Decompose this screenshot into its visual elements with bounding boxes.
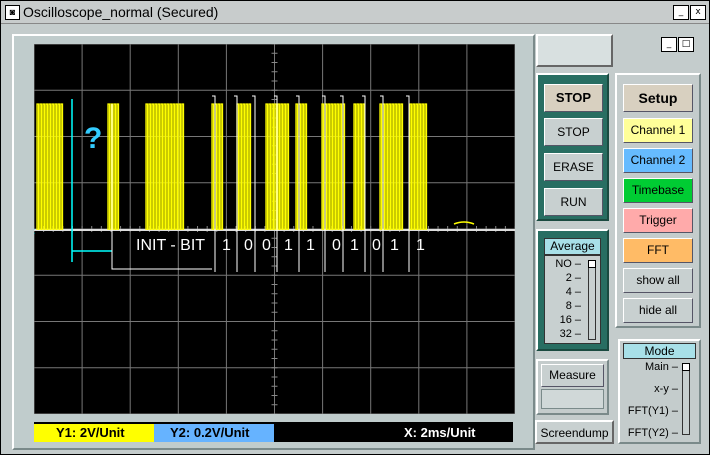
bit-label: 0 (332, 237, 341, 254)
bit-label: 0 (262, 237, 271, 254)
title-bar: ◙ Oscilloscope_normal (Secured) _ x (1, 1, 709, 24)
run-control-panel: STOP STOP ERASE RUN (536, 73, 609, 221)
x-scale: X: 2ms/Unit (404, 425, 476, 440)
bit-label: 1 (306, 237, 315, 254)
display-readout (536, 34, 613, 67)
window-title: Oscilloscope_normal (Secured) (23, 4, 219, 20)
erase-button[interactable]: ERASE (544, 153, 603, 181)
average-option[interactable]: 32 – (539, 328, 581, 340)
oscilloscope-window: ◙ Oscilloscope_normal (Secured) _ x × ? … (0, 0, 710, 455)
measure-button[interactable]: Measure (541, 364, 604, 387)
average-slider-thumb[interactable] (588, 260, 596, 268)
scope-frame: × ? INIT - BIT 1001101011 Y1: 2V/Unit Y2… (12, 34, 535, 450)
app-icon: ◙ (5, 5, 20, 20)
screendump-button[interactable]: Screendump (535, 420, 614, 444)
stop-header-button[interactable]: STOP (544, 84, 603, 112)
signal-burst (145, 103, 185, 230)
average-panel: Average NO –2 –4 –8 –16 –32 – (536, 229, 609, 351)
mode-panel: Mode Main – x-y – FFT(Y1) – FFT(Y2) – (618, 339, 701, 444)
average-option[interactable]: 4 – (539, 286, 581, 298)
init-bit-label: INIT - BIT (136, 237, 206, 254)
bit-divider (234, 95, 238, 272)
mode-option[interactable]: FFT(Y1) – (620, 405, 678, 417)
y2-scale: Y2: 0.2V/Unit (154, 424, 274, 442)
bit-label: 1 (284, 237, 293, 254)
signal-burst (353, 103, 366, 230)
mode-option[interactable]: Main – (620, 361, 678, 373)
bit-label: 1 (350, 237, 359, 254)
average-option[interactable]: NO – (539, 258, 581, 270)
mode-option[interactable]: x-y – (620, 383, 678, 395)
ground-marker: × (34, 226, 35, 238)
measure-panel: Measure (536, 359, 609, 415)
mode-slider[interactable] (682, 363, 690, 435)
signal-burst (409, 103, 428, 230)
channel1-button[interactable]: Channel 1 (623, 118, 693, 143)
y1-scale: Y1: 2V/Unit (34, 424, 154, 442)
setup-title: Setup (623, 84, 693, 112)
fft-button[interactable]: FFT (623, 238, 693, 263)
mode-slider-thumb[interactable] (682, 363, 690, 371)
stop-button[interactable]: STOP (544, 118, 603, 146)
bit-label: 1 (222, 237, 231, 254)
scope-display: × (29, 43, 516, 415)
run-button[interactable]: RUN (544, 188, 603, 216)
mode-option[interactable]: FFT(Y2) – (620, 427, 678, 439)
minimize-button[interactable]: _ (673, 5, 689, 20)
channel2-button[interactable]: Channel 2 (623, 148, 693, 173)
signal-burst (236, 103, 252, 230)
signal-burst (211, 103, 224, 230)
status-bar: Y1: 2V/Unit Y2: 0.2V/Unit X: 2ms/Unit (34, 422, 513, 442)
average-option[interactable]: 2 – (539, 272, 581, 284)
average-option[interactable]: 16 – (539, 314, 581, 326)
average-option[interactable]: 8 – (539, 300, 581, 312)
close-button[interactable]: x (690, 5, 706, 20)
average-slider[interactable] (588, 260, 596, 340)
signal-blip (453, 221, 475, 225)
signal-burst (107, 103, 120, 230)
average-title: Average (544, 238, 601, 255)
mode-title: Mode (623, 343, 696, 359)
inner-minimize-button[interactable]: _ (661, 37, 677, 52)
bit-label: 1 (416, 237, 425, 254)
average-list: NO –2 –4 –8 –16 –32 – (544, 255, 601, 344)
trigger-button[interactable]: Trigger (623, 208, 693, 233)
show-all-button[interactable]: show all (623, 268, 693, 293)
signal-burst (295, 103, 308, 230)
measure-readout (541, 389, 604, 409)
signal-burst (36, 103, 64, 230)
bit-label: 0 (372, 237, 381, 254)
bit-divider (406, 95, 410, 272)
question-mark: ? (84, 122, 103, 155)
inner-restore-button[interactable]: □ (678, 37, 694, 52)
scope-screen[interactable]: × ? INIT - BIT 1001101011 (29, 43, 516, 415)
hide-all-button[interactable]: hide all (623, 298, 693, 323)
bit-label: 0 (244, 237, 253, 254)
timebase-button[interactable]: Timebase (623, 178, 693, 203)
setup-panel: Setup Channel 1 Channel 2 Timebase Trigg… (615, 73, 701, 328)
bit-label: 1 (390, 237, 399, 254)
